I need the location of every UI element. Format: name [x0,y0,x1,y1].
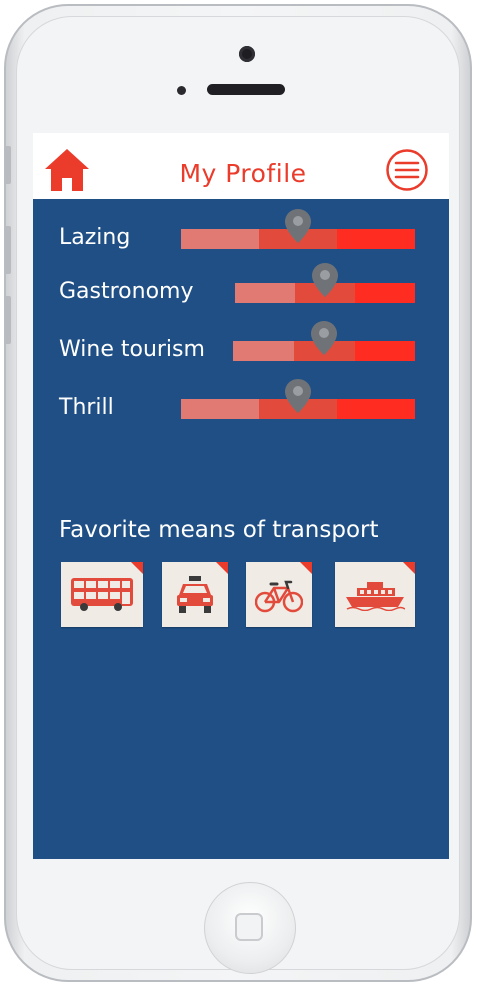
proximity-sensor [177,86,186,95]
slider-segment-high [337,399,415,419]
wine-tourism-slider[interactable] [233,321,415,361]
thrill-slider[interactable] [181,379,415,419]
home-icon[interactable] [43,147,91,193]
ferry-icon [346,582,405,611]
corner-fold [131,562,143,574]
lazing-slider[interactable] [181,209,415,249]
preference-label-lazing: Lazing [59,225,131,250]
transport-option-ferry[interactable] [335,562,415,627]
profile-panel: Lazing Gastronomy Wine tourism Thrill Fa… [33,199,449,859]
app-header: My Profile [33,133,449,199]
front-camera [239,46,255,62]
home-button-square-icon [235,913,263,941]
earpiece-speaker [207,84,285,95]
slider-segment-low [235,283,295,303]
corner-fold [300,562,312,574]
slider-segment-high [355,283,415,303]
preference-label-wine-tourism: Wine tourism [59,337,205,362]
volume-up-button [5,226,11,274]
slider-pin-icon[interactable] [310,320,338,356]
slider-segment-low [233,341,294,361]
slider-segment-high [355,341,415,361]
app-screen: My Profile Lazing Gastronomy Wine touris… [33,133,449,859]
gastronomy-slider[interactable] [235,263,415,303]
slider-segment-high [337,229,415,249]
transport-section-title: Favorite means of transport [59,517,379,543]
volume-down-button [5,296,11,344]
slider-pin-icon[interactable] [311,262,339,298]
slider-segment-low [181,229,259,249]
transport-option-bicycle[interactable] [246,562,312,627]
corner-fold [403,562,415,574]
home-button[interactable] [204,882,296,974]
hamburger-menu-icon[interactable] [385,148,429,192]
preference-label-gastronomy: Gastronomy [59,279,194,304]
preference-label-thrill: Thrill [59,395,114,420]
transport-option-taxi[interactable] [162,562,228,627]
slider-pin-icon[interactable] [284,208,312,244]
slider-segment-low [181,399,259,419]
page-title: My Profile [179,159,307,188]
slider-pin-icon[interactable] [284,378,312,414]
corner-fold [216,562,228,574]
bus-icon [71,578,133,611]
transport-option-bus[interactable] [61,562,143,627]
taxi-icon [177,576,213,613]
mute-switch [5,146,11,184]
bicycle-icon [255,580,303,613]
